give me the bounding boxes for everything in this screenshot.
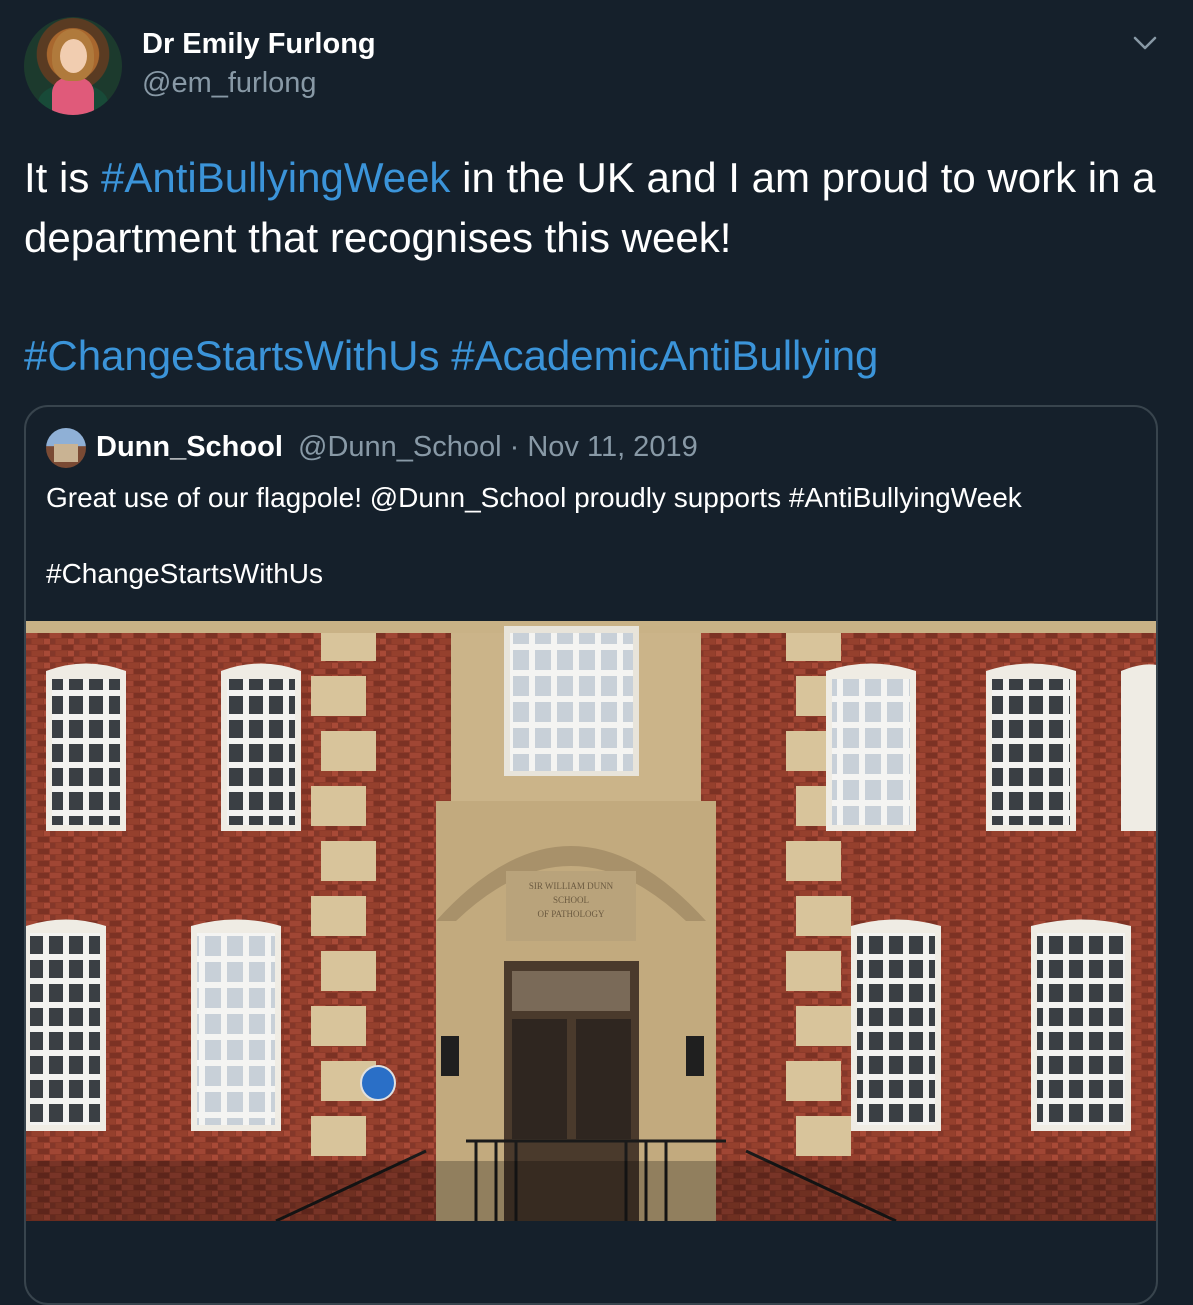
author-name[interactable]: Dr Emily Furlong	[142, 28, 376, 61]
inscription-line-3: OF PATHOLOGY	[538, 909, 605, 919]
hashtag-academicantibullying[interactable]: #AcademicAntiBullying	[451, 332, 878, 379]
hashtag-changestartswithus[interactable]: #ChangeStartsWithUs	[24, 332, 440, 379]
tweet: Dr Emily Furlong @em_furlong It is #Anti…	[0, 0, 1193, 1305]
quoted-tweet[interactable]: Dunn_School @Dunn_School · Nov 11, 2019 …	[24, 405, 1158, 1305]
inscription-line-1: SIR WILLIAM DUNN	[529, 881, 614, 891]
avatar-top	[52, 77, 94, 115]
avatar-face	[60, 39, 87, 73]
tweet-text-start: It is	[24, 154, 102, 201]
inscription-line-2: SCHOOL	[553, 895, 589, 905]
author-avatar[interactable]	[24, 17, 122, 115]
tweet-hashtags: #ChangeStartsWithUs #AcademicAntiBullyin…	[24, 326, 1164, 386]
author-handle[interactable]: @em_furlong	[142, 67, 317, 100]
quoted-handle-date: @Dunn_School · Nov 11, 2019	[298, 431, 698, 463]
hashtag-antibullyingweek[interactable]: #AntiBullyingWeek	[101, 154, 450, 201]
chevron-down-icon[interactable]	[1131, 33, 1159, 53]
quoted-avatar	[46, 428, 86, 468]
quoted-author-name: Dunn_School	[96, 431, 283, 463]
building-photo[interactable]: SIR WILLIAM DUNN SCHOOL OF PATHOLOGY	[26, 621, 1158, 1221]
quoted-text: Great use of our flagpole! @Dunn_School …	[46, 482, 1022, 513]
quoted-hashtags: #ChangeStartsWithUs	[46, 558, 324, 589]
tweet-text: It is #AntiBullyingWeek in the UK and I …	[24, 148, 1164, 268]
